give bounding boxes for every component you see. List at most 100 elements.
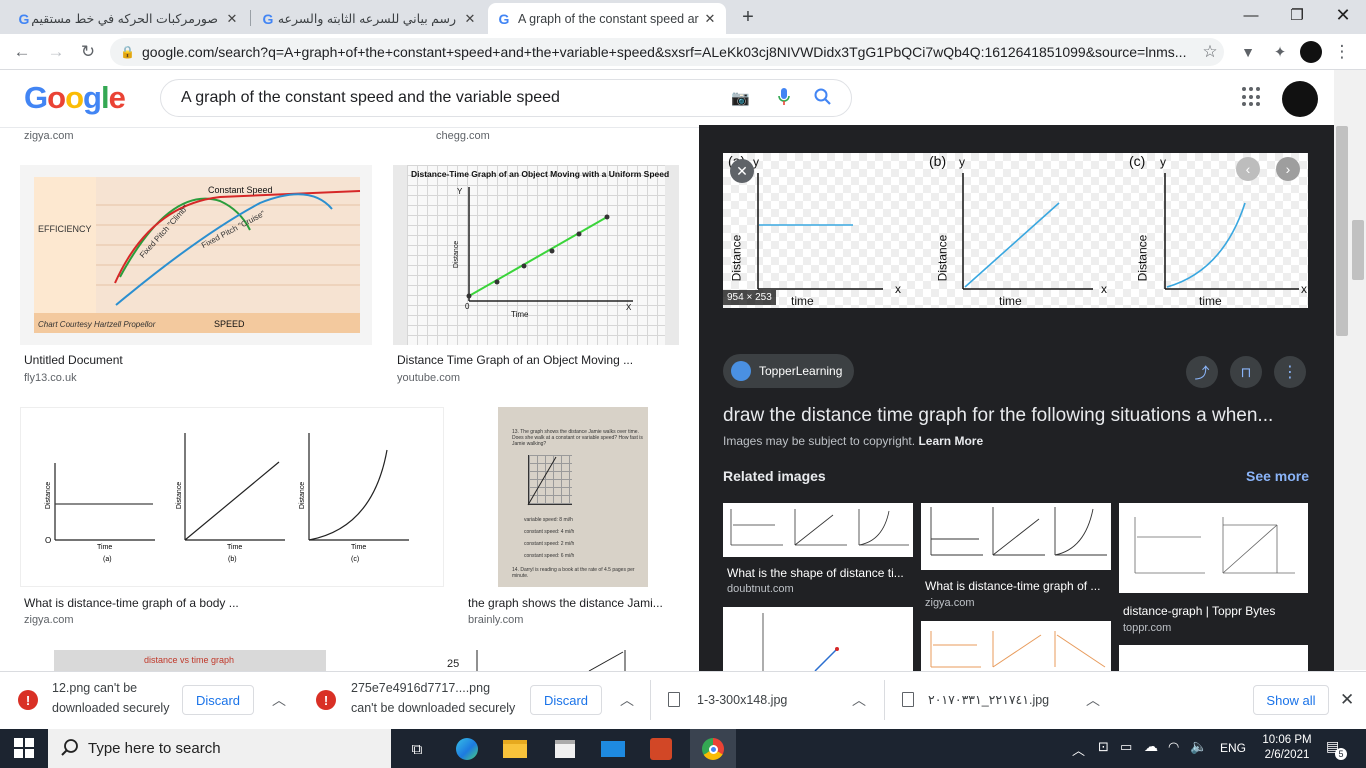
tab-2[interactable]: G رسم بياني للسرعه الثابته والسرعه الـ ✕ bbox=[252, 3, 486, 34]
related-image[interactable] bbox=[921, 621, 1111, 671]
close-tab-icon[interactable]: ✕ bbox=[702, 11, 718, 27]
clock[interactable]: 10:06 PM 2/6/2021 bbox=[1256, 733, 1318, 763]
tray-chevron-icon[interactable]: ︿ bbox=[1072, 740, 1085, 759]
outer-scrollbar[interactable] bbox=[1350, 70, 1366, 670]
powerpoint-icon[interactable] bbox=[646, 734, 676, 764]
download-item[interactable]: 275e7e4916d7717....png can't be downloade… bbox=[351, 678, 515, 718]
tray-cloud-icon[interactable]: ☁ bbox=[1144, 738, 1158, 755]
learn-more-link[interactable]: Learn More bbox=[918, 434, 983, 448]
profile-avatar[interactable] bbox=[1300, 41, 1322, 63]
apps-grid-icon[interactable] bbox=[1242, 87, 1262, 107]
chrome-menu-icon[interactable]: ⋮ bbox=[1328, 38, 1356, 66]
close-tab-icon[interactable]: ✕ bbox=[462, 11, 478, 27]
camera-icon[interactable]: 📷 bbox=[731, 89, 751, 107]
window-close-icon[interactable]: ✕ bbox=[1320, 0, 1366, 30]
save-bookmark-icon[interactable]: ⊓ bbox=[1230, 356, 1262, 388]
mail-icon[interactable] bbox=[598, 734, 628, 764]
result-source[interactable]: chegg.com bbox=[436, 130, 490, 142]
tray-volume-icon[interactable]: 🔈 bbox=[1190, 738, 1207, 755]
reload-icon[interactable]: ↻ bbox=[74, 38, 102, 66]
more-options-icon[interactable]: ⋮ bbox=[1274, 356, 1306, 388]
related-source[interactable]: toppr.com bbox=[1123, 622, 1171, 634]
tray-wifi-icon[interactable]: ◠ bbox=[1168, 739, 1179, 755]
page-scrollbar[interactable] bbox=[1334, 70, 1350, 670]
extension-funnel-icon[interactable]: ▼ bbox=[1234, 38, 1262, 66]
related-source[interactable]: zigya.com bbox=[925, 597, 975, 609]
publisher-chip[interactable]: TopperLearning bbox=[723, 354, 855, 388]
close-preview-icon[interactable]: ✕ bbox=[730, 159, 754, 183]
account-avatar[interactable] bbox=[1282, 81, 1318, 117]
related-image[interactable] bbox=[723, 607, 913, 671]
minimize-icon[interactable]: — bbox=[1228, 0, 1274, 30]
related-image[interactable] bbox=[921, 503, 1111, 570]
new-tab-plus-icon[interactable]: + bbox=[736, 6, 760, 28]
taskbar-search-box[interactable]: Type here to search bbox=[48, 729, 391, 768]
result-caption[interactable]: the graph shows the distance Jami... bbox=[468, 596, 678, 610]
related-image[interactable] bbox=[1119, 645, 1308, 671]
see-more-link[interactable]: See more bbox=[1246, 468, 1309, 484]
result-caption[interactable]: Distance Time Graph of an Object Moving … bbox=[397, 353, 677, 367]
microphone-icon[interactable] bbox=[777, 86, 791, 108]
download-name[interactable]: 1-3-300x148.jpg bbox=[697, 690, 787, 710]
result-source[interactable]: zigya.com bbox=[24, 614, 74, 626]
result-source[interactable]: fly13.co.uk bbox=[24, 372, 77, 384]
chevron-up-icon[interactable]: ︿ bbox=[852, 690, 866, 710]
discard-button[interactable]: Discard bbox=[182, 685, 254, 715]
bookmark-star-icon[interactable]: ☆ bbox=[1196, 38, 1224, 66]
store-icon[interactable] bbox=[550, 734, 580, 764]
tab-1[interactable]: G صورمركبات الحركه في خط مستقيم ✕ bbox=[8, 3, 248, 34]
result-title[interactable]: draw the distance time graph for the fol… bbox=[723, 405, 1313, 427]
result-image-partial[interactable]: 25 bbox=[379, 650, 679, 671]
scrollbar-thumb[interactable] bbox=[1336, 126, 1348, 336]
result-source[interactable]: zigya.com bbox=[24, 130, 74, 142]
tab-3-active[interactable]: G A graph of the constant speed ar ✕ bbox=[488, 3, 726, 34]
chevron-up-icon[interactable]: ︿ bbox=[272, 690, 286, 710]
related-caption[interactable]: distance-graph | Toppr Bytes bbox=[1123, 604, 1307, 618]
close-tab-icon[interactable]: ✕ bbox=[224, 11, 240, 27]
download-item[interactable]: 12.png can't be downloaded securely bbox=[52, 678, 169, 718]
lock-icon[interactable]: 🔒 bbox=[120, 45, 135, 59]
result-caption[interactable]: What is distance-time graph of a body ..… bbox=[24, 596, 444, 610]
result-image-uniform-speed[interactable]: Distance-Time Graph of an Object Moving … bbox=[393, 165, 679, 345]
related-caption[interactable]: What is the shape of distance ti... bbox=[727, 566, 911, 580]
related-image[interactable] bbox=[723, 503, 913, 557]
google-logo[interactable]: Google bbox=[24, 80, 126, 116]
chevron-up-icon[interactable]: ︿ bbox=[1086, 690, 1100, 710]
share-icon[interactable]: ⤴ bbox=[1186, 356, 1218, 388]
tab-title: رسم بياني للسرعه الثابته والسرعه الـ bbox=[276, 12, 456, 26]
search-magnifier-icon[interactable] bbox=[812, 86, 834, 108]
result-source[interactable]: brainly.com bbox=[468, 614, 523, 626]
windows-start-icon[interactable] bbox=[14, 738, 34, 758]
result-image-efficiency[interactable]: EFFICIENCY Constant Speed Fixed Pitch "C… bbox=[20, 165, 372, 345]
tray-network-icon[interactable]: ⊡ bbox=[1098, 739, 1109, 755]
result-image-distance-time-abc[interactable]: Distance Distance Distance Time Time Tim… bbox=[20, 407, 444, 587]
related-source[interactable]: doubtnut.com bbox=[727, 583, 794, 595]
result-source[interactable]: youtube.com bbox=[397, 372, 460, 384]
previous-image-icon[interactable]: ‹ bbox=[1236, 157, 1260, 181]
download-name[interactable]: ٢٢١٧٤١_٢٠١٧٠٣٣١.jpg bbox=[928, 690, 1049, 710]
preview-image[interactable]: (a) (b) (c) Distance Distance Distance t… bbox=[723, 153, 1308, 308]
next-image-icon[interactable]: › bbox=[1276, 157, 1300, 181]
related-caption[interactable]: What is distance-time graph of ... bbox=[925, 579, 1109, 593]
restore-icon[interactable]: ❐ bbox=[1274, 0, 1320, 30]
img-label: SPEED bbox=[214, 319, 245, 329]
tray-battery-icon[interactable]: ▭ bbox=[1120, 739, 1132, 755]
discard-button[interactable]: Discard bbox=[530, 685, 602, 715]
close-shelf-icon[interactable]: ✕ bbox=[1340, 690, 1354, 710]
forward-icon[interactable]: → bbox=[42, 38, 70, 66]
back-icon[interactable]: ← bbox=[8, 38, 36, 66]
related-image[interactable] bbox=[1119, 503, 1308, 593]
result-image-worksheet[interactable]: 13. The graph shows the distance Jamie w… bbox=[464, 407, 679, 587]
show-all-button[interactable]: Show all bbox=[1253, 685, 1329, 715]
chrome-icon[interactable] bbox=[698, 734, 728, 764]
extensions-puzzle-icon[interactable]: ✦ bbox=[1266, 38, 1294, 66]
chevron-up-icon[interactable]: ︿ bbox=[620, 690, 634, 710]
task-view-icon[interactable]: ⧉ bbox=[402, 734, 432, 764]
address-bar[interactable]: google.com/search?q=A+graph+of+the+const… bbox=[110, 38, 1224, 66]
edge-icon[interactable] bbox=[452, 734, 482, 764]
result-image-partial[interactable]: distance vs time graph bbox=[54, 650, 326, 671]
scrollbar-thumb[interactable] bbox=[1352, 220, 1364, 280]
result-caption[interactable]: Untitled Document bbox=[24, 353, 364, 367]
language-indicator[interactable]: ENG bbox=[1220, 741, 1246, 755]
file-explorer-icon[interactable] bbox=[500, 734, 530, 764]
